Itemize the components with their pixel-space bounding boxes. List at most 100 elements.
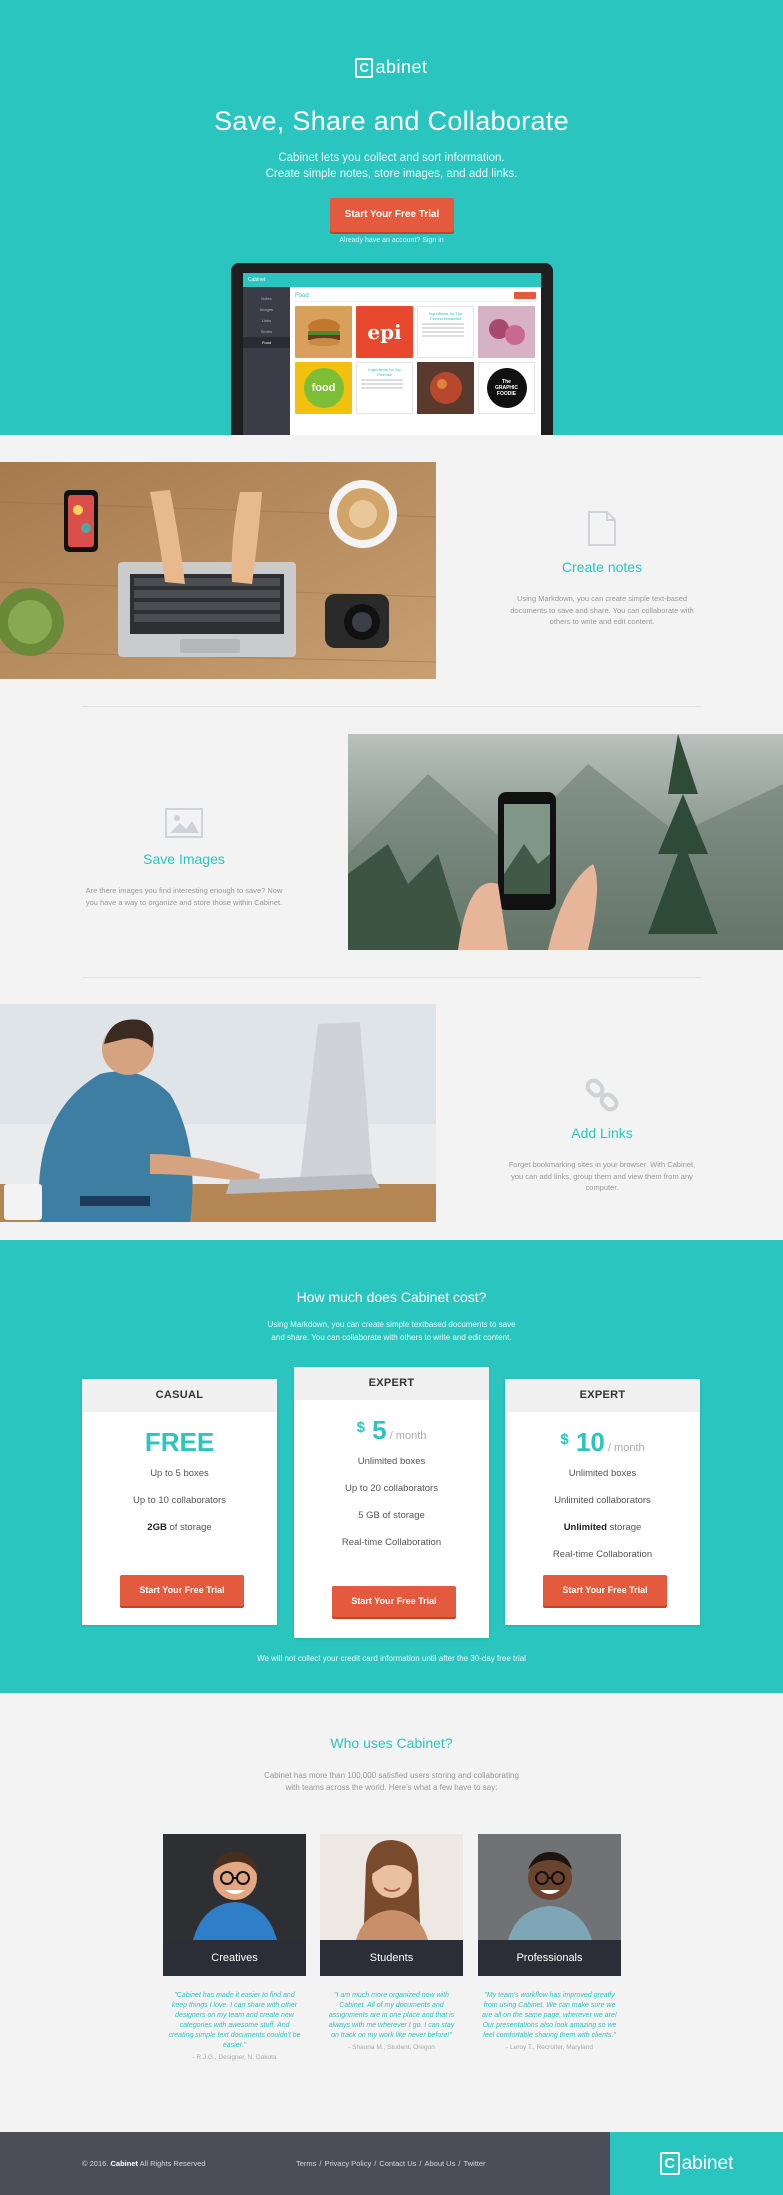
app-header: Food <box>295 290 536 302</box>
plan-price: FREE <box>144 1427 215 1457</box>
plan-card-expert-unlimited: EXPERT $ 10 / month Unlimited boxes Unli… <box>505 1379 700 1625</box>
plan-cta-button[interactable]: Start Your Free Trial <box>543 1575 667 1606</box>
feature-save-images: Save Images Are there images you find in… <box>84 807 284 908</box>
plan-period: / month <box>604 1442 645 1454</box>
burger-icon <box>307 319 340 346</box>
plan-name: CASUAL <box>82 1379 277 1412</box>
footer-separator: / <box>419 2159 422 2168</box>
app-card-note-title: Ingredients for The Perfect Breakfast <box>428 311 463 321</box>
footer-bar: © 2016. Cabinet All Rights Reserved Term… <box>0 2132 610 2195</box>
footer-separator: / <box>374 2159 377 2168</box>
document-icon <box>502 510 702 547</box>
feature-title: Add Links <box>571 1125 633 1141</box>
pricing-lead: Using Markdown, you can create simple te… <box>0 1319 783 1344</box>
footer: © 2016. Cabinet All Rights Reserved Term… <box>0 2132 783 2195</box>
app-card-macarons <box>478 306 535 358</box>
student-woman-illustration <box>320 1834 463 1940</box>
persona-students: Students "I am much more organized now w… <box>320 1834 463 2051</box>
plan-feature: Unlimited collaborators <box>554 1495 651 1506</box>
plan-feature: Up to 5 boxes <box>150 1468 209 1479</box>
hero-title: Save, Share and Collaborate <box>214 106 569 136</box>
laptop-desk-illustration <box>0 462 436 679</box>
users-title: Who uses Cabinet? <box>330 1735 453 1751</box>
divider <box>82 977 701 978</box>
feature-create-notes: Create notes Using Markdown, you can cre… <box>502 510 702 628</box>
app-card-food: food <box>295 362 352 414</box>
app-screenshot: Cabinet Notes Images Links Stores Food F… <box>243 273 541 435</box>
pricing-title: How much does Cabinet cost? <box>296 1289 487 1305</box>
pricing-note: We will not collect your credit card inf… <box>257 1654 526 1663</box>
app-new-button <box>514 292 536 299</box>
copyright-prefix: © 2016. <box>82 2159 109 2168</box>
footer-link-about[interactable]: About Us <box>425 2159 456 2168</box>
plan-amount: 5 <box>372 1415 387 1445</box>
footer-separator: / <box>319 2159 322 2168</box>
copyright: © 2016. Cabinet All Rights Reserved <box>82 2159 206 2168</box>
feature-text: Forget bookmarking sites in your browser… <box>508 1160 696 1192</box>
plan-feature-bold: 2GB <box>147 1522 167 1533</box>
macaron-icon <box>488 319 525 345</box>
hero-cta-button[interactable]: Start Your Free Trial <box>330 198 454 232</box>
pricing-lead-line: and share. You can collaborate with othe… <box>271 1332 512 1342</box>
persona-author: - Shauna M., Student, Oregon <box>348 2044 435 2051</box>
app-sidebar: Notes Images Links Stores Food <box>243 287 290 435</box>
users-lead-line: with teams across the world. Here's what… <box>285 1782 498 1792</box>
plan-cta-button[interactable]: Start Your Free Trial <box>120 1575 244 1606</box>
plan-feature: Unlimited boxes <box>568 1468 637 1479</box>
app-card-grid: epi Ingredients for The Perfect Breakfas… <box>295 306 536 414</box>
pricing-lead-line: Using Markdown, you can create simple te… <box>267 1320 516 1329</box>
persona-quote: "Cabinet has made it easier to find and … <box>168 1992 301 2049</box>
brand-logo[interactable]: C abinet <box>0 57 783 78</box>
copyright-brand: Cabinet <box>110 2159 138 2168</box>
testimonials-section: Who uses Cabinet? Cabinet has more than … <box>0 1693 783 2132</box>
plan-price: $ 5 / month <box>294 1412 489 1448</box>
plan-card-expert: EXPERT $ 5 / month Unlimited boxes Up to… <box>294 1367 489 1638</box>
pricing-section: How much does Cabinet cost? Using Markdo… <box>0 1240 783 1693</box>
app-card-dish <box>417 362 474 414</box>
feature-text: Using Markdown, you can create simple te… <box>510 594 694 626</box>
footer-link-twitter[interactable]: Twitter <box>463 2159 485 2168</box>
plan-feature: Up to 10 collaborators <box>133 1495 226 1506</box>
persona-creatives: Creatives "Cabinet has made it easier to… <box>163 1834 306 2061</box>
logo-mark: C <box>659 2152 680 2175</box>
man-laptop-photo <box>0 1004 436 1222</box>
footer-link-privacy[interactable]: Privacy Policy <box>325 2159 372 2168</box>
plan-name: EXPERT <box>505 1379 700 1412</box>
plan-feature: Unlimited storage <box>505 1514 700 1541</box>
app-card-note: Ingredients for The Perfect Breakfast <box>417 306 474 358</box>
logo-wordmark: abinet <box>375 57 428 77</box>
app-sidebar-item: Images <box>259 307 274 312</box>
app-card-note-title: Ingredients for Sip Promise <box>368 367 401 377</box>
persona-photo <box>163 1834 306 1940</box>
plan-feature-bold: Unlimited <box>563 1522 607 1533</box>
persona-photo <box>320 1834 463 1940</box>
plan-feature: Real-time Collaboration <box>341 1537 442 1548</box>
app-topbar: Cabinet <box>243 273 541 287</box>
phone-forest-photo <box>348 734 783 950</box>
signin-link[interactable]: Already have an account? Sign in <box>0 237 783 244</box>
plan-feature: 2GB of storage <box>82 1514 277 1541</box>
feature-text: Are there images you find interesting en… <box>85 886 283 907</box>
app-name: Cabinet <box>248 277 266 283</box>
feature-title: Create notes <box>561 559 643 575</box>
persona-label: Professionals <box>478 1940 621 1976</box>
app-card-food-label: food <box>303 368 344 408</box>
creative-man-illustration <box>163 1834 306 1940</box>
feature-add-links: Add Links Forget bookmarking sites in yo… <box>502 1077 702 1194</box>
footer-link-terms[interactable]: Terms <box>296 2159 316 2168</box>
plan-period: / month <box>386 1430 427 1442</box>
plan-feature: Up to 20 collaborators <box>345 1483 438 1494</box>
footer-link-contact[interactable]: Contact Us <box>379 2159 416 2168</box>
plan-cta-button[interactable]: Start Your Free Trial <box>332 1586 456 1617</box>
app-card-note: Ingredients for Sip Promise <box>356 362 413 414</box>
app-sidebar-item: Links <box>261 318 272 323</box>
footer-logo[interactable]: C abinet <box>610 2132 783 2195</box>
persona-label: Students <box>320 1940 463 1976</box>
persona-author: - Leroy T., Recruiter, Maryland <box>506 2044 593 2051</box>
plan-currency: $ <box>560 1431 569 1448</box>
professional-man-illustration <box>478 1834 621 1940</box>
logo-mark: C <box>355 57 374 78</box>
copyright-suffix: All Rights Reserved <box>139 2159 206 2168</box>
persona-quote: "My team's workflow has improved greatly… <box>482 1992 617 2039</box>
app-sidebar-item: Notes <box>261 296 272 301</box>
